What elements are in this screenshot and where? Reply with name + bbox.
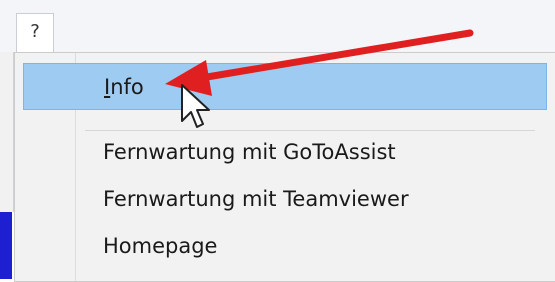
menu-item-gotoassist[interactable]: Fernwartung mit GoToAssist [23, 128, 547, 175]
menu-item-teamviewer-label: Fernwartung mit Teamviewer [103, 186, 409, 211]
menu-item-info-label: Info [104, 75, 144, 99]
menu-item-info-rest: nfo [110, 74, 144, 99]
background-window-edge [0, 52, 14, 279]
help-menu-button[interactable]: ? [16, 13, 54, 52]
menu-item-homepage-label: Homepage [103, 233, 218, 258]
menubar: ? [0, 0, 555, 53]
help-dropdown-menu: Info Fernwartung mit GoToAssist Fernwart… [14, 52, 555, 282]
menu-item-info[interactable]: Info [23, 63, 547, 110]
background-window-edge-blue [0, 212, 12, 279]
menu-item-gotoassist-label: Fernwartung mit GoToAssist [103, 139, 396, 164]
menu-item-homepage[interactable]: Homepage [23, 222, 547, 269]
menu-item-teamviewer[interactable]: Fernwartung mit Teamviewer [23, 175, 547, 222]
background-window-edge-top [0, 52, 14, 212]
